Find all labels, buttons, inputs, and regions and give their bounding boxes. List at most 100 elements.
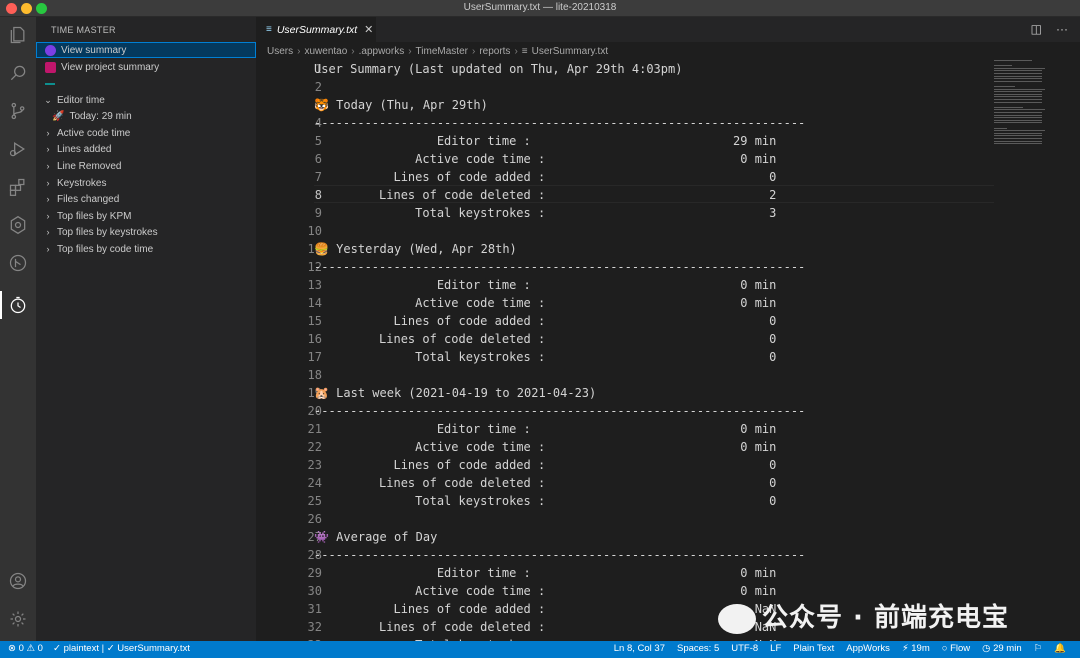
tree-item-active-code-time[interactable]: › Active code time (36, 125, 256, 141)
tree-item-lines-added[interactable]: › Lines added (36, 141, 256, 157)
editor-line[interactable]: 4 ---------------------------------------… (256, 114, 996, 132)
line-text: ----------------------------------------… (314, 548, 806, 562)
chevron-right-icon: › (514, 45, 518, 57)
status-item-right[interactable]: AppWorks (846, 643, 890, 654)
status-item-right[interactable]: ○ Flow (942, 643, 970, 654)
git-graph-icon[interactable] (0, 245, 36, 281)
close-tab-icon[interactable]: ✕ (364, 23, 373, 36)
minimap[interactable] (994, 60, 1054, 150)
sidebar-item-view-summary[interactable]: View summary (36, 42, 256, 58)
breadcrumb-item[interactable]: Users (267, 46, 293, 57)
tree-item-top-files-code-time[interactable]: › Top files by code time (36, 241, 256, 257)
tab-user-summary[interactable]: ≡ UserSummary.txt ✕ (256, 17, 376, 42)
text-file-icon: ≡ (521, 45, 528, 57)
chevron-right-icon: › (46, 178, 50, 188)
line-number: 1 (314, 62, 322, 76)
editor-line[interactable]: 9 Total keystrokes : 3 (256, 204, 996, 222)
editor-line[interactable]: 19 🐹 Last week (2021-04-19 to 2021-04-23) (256, 384, 996, 402)
editor-line[interactable]: 11 🍔 Yesterday (Wed, Apr 28th) (256, 240, 996, 258)
split-editor-icon[interactable]: ◫ (1031, 22, 1042, 36)
search-icon[interactable] (0, 55, 36, 91)
status-item-right[interactable]: LF (770, 643, 781, 654)
more-actions-icon[interactable]: ··· (1056, 22, 1068, 36)
tree-item-today[interactable]: 🚀 Today: 29 min (36, 108, 256, 124)
status-item-right[interactable]: ⚐ (1034, 643, 1043, 654)
minimap-line (994, 106, 1024, 108)
editor-line[interactable]: 23 Lines of code added : 0 (256, 456, 996, 474)
line-number: 13 (307, 278, 322, 292)
line-text: Total keystrokes : 0 (314, 350, 777, 364)
editor-line[interactable]: 18 (256, 366, 996, 384)
status-item-right[interactable]: 🔔 (1054, 643, 1066, 654)
breadcrumb-item[interactable]: .appworks (359, 46, 405, 57)
settings-gear-icon[interactable] (0, 601, 36, 637)
text-editor[interactable]: 1 User Summary (Last updated on Thu, Apr … (256, 60, 1080, 641)
editor-line[interactable]: 26 (256, 510, 996, 528)
tree-item-editor-time[interactable]: ⌄ Editor time (36, 92, 256, 108)
editor-line[interactable]: 12 --------------------------------------… (256, 258, 996, 276)
sidebar-item-view-project-summary[interactable]: View project summary (36, 59, 256, 75)
line-text: User Summary (Last updated on Thu, Apr 2… (314, 62, 683, 76)
editor-line[interactable]: 21 Editor time : 0 min (256, 420, 996, 438)
line-text: Editor time : 0 min (314, 422, 777, 436)
editor-line[interactable]: 14 Active code time : 0 min (256, 294, 996, 312)
editor-line[interactable]: 13 Editor time : 0 min (256, 276, 996, 294)
time-master-icon[interactable] (0, 287, 36, 323)
editor-line[interactable]: 29 Editor time : 0 min (256, 564, 996, 582)
line-number: 6 (314, 152, 322, 166)
status-item-right[interactable]: ⚡ 19m (902, 643, 930, 654)
tree-item-keystrokes[interactable]: › Keystrokes (36, 175, 256, 191)
editor-line[interactable]: 10 (256, 222, 996, 240)
editor-line[interactable]: 7 Lines of code added : 0 (256, 168, 996, 186)
breadcrumb-item[interactable]: UserSummary.txt (532, 46, 609, 57)
breadcrumb-item[interactable]: TimeMaster (416, 46, 468, 57)
editor-line[interactable]: 2 (256, 78, 996, 96)
line-number: 3 (314, 98, 322, 112)
editor-line[interactable]: 28 --------------------------------------… (256, 546, 996, 564)
minimap-line (994, 60, 1033, 61)
line-number: 28 (307, 548, 322, 562)
status-item-left[interactable]: ⊗ 0 ⚠ 0 (8, 643, 43, 654)
tree-item-top-files-keystrokes[interactable]: › Top files by keystrokes (36, 224, 256, 240)
editor-line[interactable]: 20 --------------------------------------… (256, 402, 996, 420)
editor-line[interactable]: 8 Lines of code deleted : 2 (256, 186, 996, 204)
editor-line[interactable]: 5 Editor time : 29 min (256, 132, 996, 150)
status-item-left[interactable]: ✓ plaintext | ✓ UserSummary.txt (53, 643, 190, 654)
minimap-line (994, 140, 1042, 142)
editor-line[interactable]: 6 Active code time : 0 min (256, 150, 996, 168)
breadcrumb-item[interactable]: reports (479, 46, 510, 57)
status-item-right[interactable]: Spaces: 5 (677, 643, 719, 654)
appworks-icon[interactable] (0, 207, 36, 243)
tree-item-top-files-kpm[interactable]: › Top files by KPM (36, 208, 256, 224)
extensions-icon[interactable] (0, 169, 36, 205)
line-text: Editor time : 0 min (314, 278, 777, 292)
editor-actions: ◫ ··· (1031, 22, 1068, 36)
sidebar-item-label: View project summary (61, 61, 160, 73)
status-item-right[interactable]: UTF-8 (731, 643, 758, 654)
minimap-line (994, 112, 1042, 113)
line-number: 15 (307, 314, 322, 328)
editor-line[interactable]: 25 Total keystrokes : 0 (256, 492, 996, 510)
editor-line[interactable]: 22 Active code time : 0 min (256, 438, 996, 456)
minimap-line (994, 88, 1045, 90)
line-text: ----------------------------------------… (314, 116, 806, 130)
breadcrumb-item[interactable]: xuwentao (304, 46, 347, 57)
tree-item-line-removed[interactable]: › Line Removed (36, 158, 256, 174)
editor-line[interactable]: 15 Lines of code added : 0 (256, 312, 996, 330)
status-item-right[interactable]: ◷ 29 min (982, 643, 1021, 654)
account-icon[interactable] (0, 563, 36, 599)
explorer-icon[interactable] (0, 17, 36, 53)
source-control-icon[interactable] (0, 93, 36, 129)
editor-line[interactable]: 16 Lines of code deleted : 0 (256, 330, 996, 348)
editor-line[interactable]: 27 👾 Average of Day (256, 528, 996, 546)
line-text: Lines of code added : 0 (314, 458, 777, 472)
editor-line[interactable]: 24 Lines of code deleted : 0 (256, 474, 996, 492)
editor-line[interactable]: 3 🐯 Today (Thu, Apr 29th) (256, 96, 996, 114)
editor-line[interactable]: 1 User Summary (Last updated on Thu, Apr … (256, 60, 996, 78)
status-item-right[interactable]: Plain Text (793, 643, 834, 654)
run-debug-icon[interactable] (0, 131, 36, 167)
editor-line[interactable]: 17 Total keystrokes : 0 (256, 348, 996, 366)
minimap-line (994, 114, 1042, 116)
tree-item-files-changed[interactable]: › Files changed (36, 191, 256, 207)
status-item-right[interactable]: Ln 8, Col 37 (614, 643, 665, 654)
